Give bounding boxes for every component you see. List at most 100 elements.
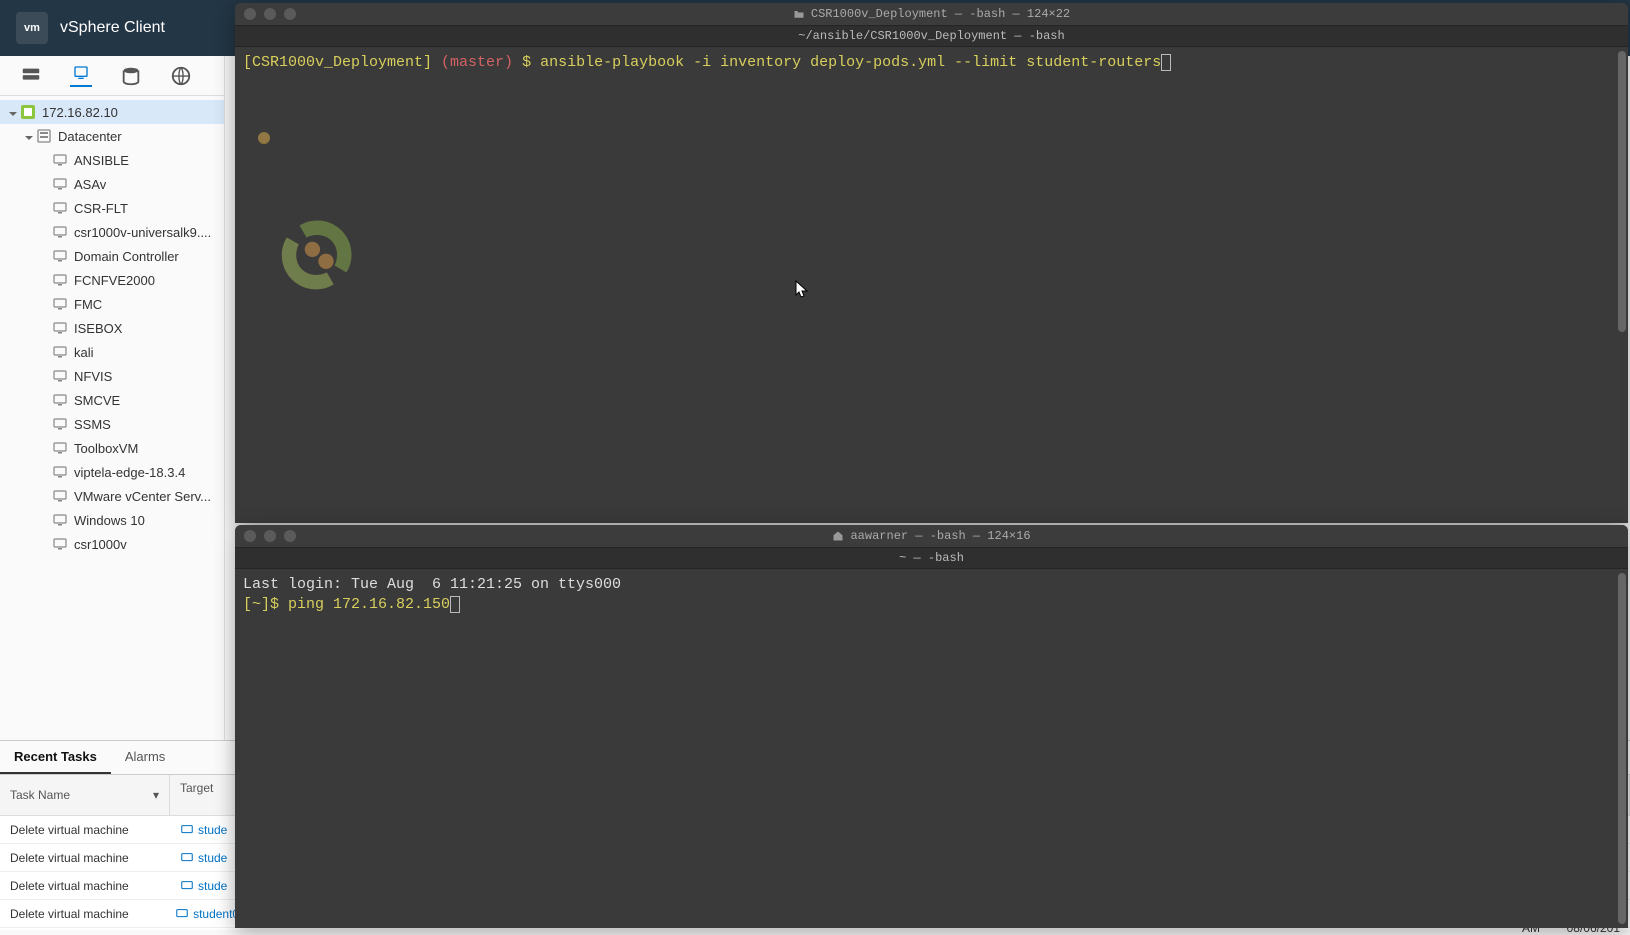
- vm-icon: [52, 392, 68, 408]
- tree-label: ANSIBLE: [74, 153, 129, 168]
- tree-vm[interactable]: Domain Controller: [0, 244, 224, 268]
- terminal-titlebar[interactable]: aawarner — -bash — 124×16: [235, 525, 1628, 547]
- tree-label: csr1000v-universalk9....: [74, 225, 211, 240]
- vm-icon: [52, 176, 68, 192]
- tab-recent-tasks[interactable]: Recent Tasks: [0, 741, 111, 774]
- inventory-tree: 172.16.82.10 Datacenter ANSIBLE ASAv CSR…: [0, 96, 224, 560]
- tree-label: ISEBOX: [74, 321, 122, 336]
- minimize-dot-icon[interactable]: [264, 530, 276, 542]
- tree-label: 172.16.82.10: [42, 105, 118, 120]
- tree-vm[interactable]: viptela-edge-18.3.4: [0, 460, 224, 484]
- close-dot-icon[interactable]: [244, 530, 256, 542]
- tree-vm[interactable]: NFVIS: [0, 364, 224, 388]
- vm-icon: [52, 248, 68, 264]
- tree-label: FMC: [74, 297, 102, 312]
- terminal-window-2[interactable]: aawarner — -bash — 124×16 ~ — -bash Last…: [235, 525, 1628, 928]
- tab-alarms[interactable]: Alarms: [111, 741, 179, 774]
- vm-icon: [52, 152, 68, 168]
- terminal-window-1[interactable]: CSR1000v_Deployment — -bash — 124×22 ~/a…: [235, 3, 1628, 523]
- hosts-clusters-icon[interactable]: [20, 65, 42, 87]
- vsphere-faint-logo-icon: [275, 212, 360, 297]
- minimize-dot-icon[interactable]: [264, 8, 276, 20]
- tree-label: ToolboxVM: [74, 441, 138, 456]
- window-traffic-lights[interactable]: [244, 8, 296, 20]
- tree-label: Windows 10: [74, 513, 145, 528]
- datastores-icon[interactable]: [120, 65, 142, 87]
- tree-label: viptela-edge-18.3.4: [74, 465, 185, 480]
- vm-icon: [180, 851, 194, 865]
- networking-icon[interactable]: [170, 65, 192, 87]
- close-dot-icon[interactable]: [244, 8, 256, 20]
- tree-label: csr1000v: [74, 537, 127, 552]
- tree-label: ASAv: [74, 177, 106, 192]
- terminal-body[interactable]: [CSR1000v_Deployment] (master) $ ansible…: [235, 47, 1628, 523]
- window-traffic-lights[interactable]: [244, 530, 296, 542]
- tree-vm[interactable]: ASAv: [0, 172, 224, 196]
- tree-datacenter[interactable]: Datacenter: [0, 124, 224, 148]
- tree-label: SSMS: [74, 417, 111, 432]
- scroll-thumb[interactable]: [1618, 573, 1626, 924]
- vm-icon: [180, 879, 194, 893]
- tree-vm[interactable]: SSMS: [0, 412, 224, 436]
- decorative-blob: [258, 132, 270, 144]
- vm-icon: [180, 823, 194, 837]
- terminal-tab[interactable]: ~ — -bash: [235, 547, 1628, 569]
- vms-templates-icon[interactable]: [70, 65, 92, 87]
- vm-icon: [52, 368, 68, 384]
- tree-vm[interactable]: csr1000v-universalk9....: [0, 220, 224, 244]
- tree-label: Domain Controller: [74, 249, 179, 264]
- tree-vm[interactable]: CSR-FLT: [0, 196, 224, 220]
- inventory-nav-icons: [0, 56, 224, 96]
- tree-vm[interactable]: csr1000v: [0, 532, 224, 556]
- tree-label: VMware vCenter Serv...: [74, 489, 211, 504]
- vm-icon: [52, 200, 68, 216]
- terminal-cursor: [1161, 54, 1171, 71]
- datacenter-icon: [36, 128, 52, 144]
- vm-icon: [52, 512, 68, 528]
- scroll-thumb[interactable]: [1618, 51, 1626, 332]
- vm-icon: [52, 488, 68, 504]
- zoom-dot-icon[interactable]: [284, 530, 296, 542]
- terminal-titlebar[interactable]: CSR1000v_Deployment — -bash — 124×22: [235, 3, 1628, 25]
- terminal-scrollbar[interactable]: [1618, 573, 1626, 924]
- vm-icon: [52, 344, 68, 360]
- tree-vm[interactable]: ToolboxVM: [0, 436, 224, 460]
- tree-vm[interactable]: VMware vCenter Serv...: [0, 484, 224, 508]
- tree-label: Datacenter: [58, 129, 122, 144]
- tree-vm[interactable]: FMC: [0, 292, 224, 316]
- tree-label: SMCVE: [74, 393, 120, 408]
- tree-vm[interactable]: SMCVE: [0, 388, 224, 412]
- vm-icon: [175, 907, 189, 921]
- vm-icon: [52, 320, 68, 336]
- folder-icon: [793, 8, 805, 20]
- vm-logo-badge: vm: [16, 12, 48, 44]
- home-icon: [832, 530, 844, 542]
- col-task-name[interactable]: Task Name▾: [0, 775, 170, 815]
- zoom-dot-icon[interactable]: [284, 8, 296, 20]
- vm-icon: [52, 536, 68, 552]
- tree-label: kali: [74, 345, 94, 360]
- tree-label: NFVIS: [74, 369, 112, 384]
- tree-label: CSR-FLT: [74, 201, 128, 216]
- tree-vm[interactable]: FCNFVE2000: [0, 268, 224, 292]
- tree-vm[interactable]: Windows 10: [0, 508, 224, 532]
- terminal-cursor: [450, 596, 460, 613]
- terminal-window-title: CSR1000v_Deployment — -bash — 124×22: [235, 7, 1628, 21]
- chevron-down-icon[interactable]: [8, 107, 18, 117]
- vm-icon: [52, 224, 68, 240]
- terminal-window-title: aawarner — -bash — 124×16: [235, 529, 1628, 543]
- tree-vm[interactable]: ANSIBLE: [0, 148, 224, 172]
- chevron-down-icon[interactable]: [24, 131, 34, 141]
- tree-root-vcenter[interactable]: 172.16.82.10: [0, 100, 224, 124]
- tree-vm[interactable]: ISEBOX: [0, 316, 224, 340]
- sort-chevron-icon: ▾: [153, 788, 159, 802]
- vm-icon: [52, 296, 68, 312]
- vm-icon: [52, 440, 68, 456]
- vcenter-icon: [20, 104, 36, 120]
- vm-icon: [52, 416, 68, 432]
- vm-icon: [52, 272, 68, 288]
- tree-vm[interactable]: kali: [0, 340, 224, 364]
- terminal-tab[interactable]: ~/ansible/CSR1000v_Deployment — -bash: [235, 25, 1628, 47]
- terminal-body[interactable]: Last login: Tue Aug 6 11:21:25 on ttys00…: [235, 569, 1628, 928]
- terminal-scrollbar[interactable]: [1618, 51, 1626, 519]
